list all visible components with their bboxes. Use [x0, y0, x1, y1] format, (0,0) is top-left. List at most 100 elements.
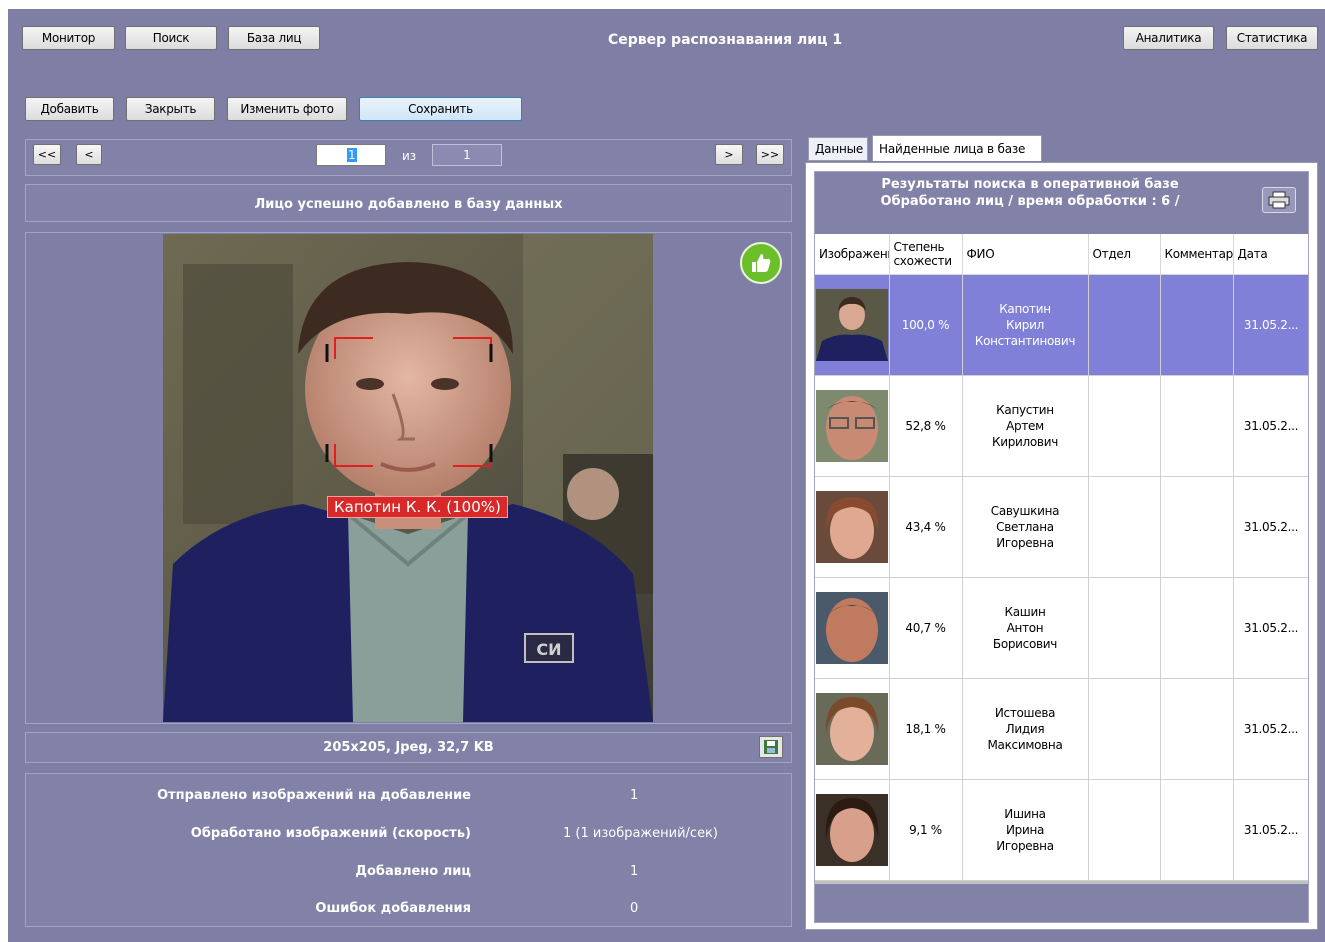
- row-similarity: 40,7 %: [889, 577, 963, 679]
- row-comment: [1160, 375, 1234, 477]
- row-dept: [1088, 779, 1161, 881]
- table-row[interactable]: 100,0 % Капотин Кирил Константинович 31.05…: [815, 274, 1308, 376]
- first-page-button[interactable]: <<: [33, 144, 61, 165]
- results-header-line1: Результаты поиска в оперативной базе: [881, 177, 1179, 192]
- name-line: Светлана: [996, 519, 1054, 534]
- row-similarity: 52,8 %: [889, 375, 963, 477]
- row-similarity: 18,1 %: [889, 678, 963, 780]
- stat-value-sent: 1: [630, 788, 639, 803]
- row-dept: [1088, 678, 1161, 780]
- name-line: Максимовна: [987, 737, 1063, 752]
- name-line: Кирил: [1006, 317, 1044, 332]
- row-name: Ишина Ирина Игоревна: [962, 779, 1089, 881]
- row-name: Савушкина Светлана Игоревна: [962, 476, 1089, 578]
- col-header-image[interactable]: Изображение: [815, 234, 890, 275]
- tab-found-faces[interactable]: Найденные лица в базе: [872, 135, 1042, 161]
- col-header-comment[interactable]: Комментарий: [1160, 234, 1234, 275]
- results-table: Изображение Степень схожести ФИО Отдел К…: [815, 234, 1308, 881]
- row-date: 31.05.2...: [1233, 274, 1308, 376]
- row-similarity: 43,4 %: [889, 476, 963, 578]
- name-line: Антон: [1006, 620, 1044, 635]
- thumbs-up-icon: [740, 242, 782, 284]
- row-thumbnail: [815, 678, 890, 780]
- name-line: Лидия: [1005, 721, 1045, 736]
- col-header-date[interactable]: Дата: [1233, 234, 1308, 275]
- last-page-button[interactable]: >>: [756, 144, 784, 165]
- row-comment: [1160, 476, 1234, 578]
- save-button[interactable]: Сохранить: [359, 97, 522, 121]
- row-date: 31.05.2...: [1233, 375, 1308, 477]
- table-row[interactable]: 40,7 % Кашин Антон Борисович 31.05.2...: [815, 577, 1308, 679]
- stat-value-errors: 0: [630, 901, 639, 916]
- row-thumbnail: [815, 375, 890, 477]
- face-db-button[interactable]: База лиц: [228, 26, 320, 50]
- results-container: Результаты поиска в оперативной базе Обр…: [805, 162, 1318, 930]
- results-header: Результаты поиска в оперативной базе Обр…: [815, 176, 1245, 210]
- name-line: Артем: [1006, 418, 1044, 433]
- name-line: Ишина: [1004, 806, 1046, 821]
- add-button[interactable]: Добавить: [25, 97, 114, 121]
- row-comment: [1160, 274, 1234, 376]
- col-header-similarity[interactable]: Степень схожести: [889, 234, 963, 275]
- results-header-line2: Обработано лиц / время обработки : 6 /: [880, 194, 1180, 209]
- stat-value-processed: 1 (1 изображений/сек): [563, 826, 718, 841]
- row-date: 31.05.2...: [1233, 476, 1308, 578]
- stat-value-added: 1: [630, 864, 639, 879]
- row-dept: [1088, 577, 1161, 679]
- row-similarity: 9,1 %: [889, 779, 963, 881]
- results-table-wrap: Изображение Степень схожести ФИО Отдел К…: [815, 234, 1308, 884]
- save-image-icon[interactable]: [759, 736, 783, 758]
- row-date: 31.05.2...: [1233, 678, 1308, 780]
- name-line: Капустин: [996, 402, 1054, 417]
- row-dept: [1088, 476, 1161, 578]
- row-comment: [1160, 678, 1234, 780]
- table-row[interactable]: 52,8 % Капустин Артем Кирилович 31.05.2...: [815, 375, 1308, 477]
- row-date: 31.05.2...: [1233, 779, 1308, 881]
- analytics-button[interactable]: Аналитика: [1123, 26, 1214, 50]
- row-similarity: 100,0 %: [889, 274, 963, 376]
- name-line: Капотин: [999, 301, 1051, 316]
- name-line: Савушкина: [990, 503, 1060, 518]
- row-thumbnail: [815, 476, 890, 578]
- prev-page-button[interactable]: <: [76, 144, 102, 165]
- name-line: Игоревна: [996, 838, 1054, 853]
- monitor-button[interactable]: Монитор: [22, 26, 115, 50]
- next-page-button[interactable]: >: [715, 144, 743, 165]
- total-pages: 1: [432, 144, 502, 166]
- search-button[interactable]: Поиск: [125, 26, 217, 50]
- row-thumbnail: [815, 779, 890, 881]
- row-name: Истошева Лидия Максимовна: [962, 678, 1089, 780]
- table-row[interactable]: 9,1 % Ишина Ирина Игоревна 31.05.2...: [815, 779, 1308, 881]
- print-icon[interactable]: [1262, 187, 1296, 213]
- row-name: Капустин Артем Кирилович: [962, 375, 1089, 477]
- tab-data[interactable]: Данные: [808, 137, 868, 161]
- image-info: 205x205, Jpeg, 32,7 KB: [323, 740, 494, 755]
- table-row[interactable]: 43,4 % Савушкина Светлана Игоревна 31.05.2…: [815, 476, 1308, 578]
- face-label: Капотин К. К. (100%): [327, 496, 508, 518]
- row-name: Кашин Антон Борисович: [962, 577, 1089, 679]
- row-comment: [1160, 779, 1234, 881]
- stat-label-added: Добавлено лиц: [355, 864, 471, 879]
- close-button[interactable]: Закрыть: [126, 97, 215, 121]
- name-line: Игоревна: [996, 535, 1054, 550]
- stat-label-errors: Ошибок добавления: [315, 901, 471, 916]
- results-inner: Результаты поиска в оперативной базе Обр…: [814, 171, 1309, 923]
- row-dept: [1088, 274, 1161, 376]
- table-row[interactable]: 18,1 % Истошева Лидия Максимовна 31.05.2..…: [815, 678, 1308, 780]
- stats-panel: Отправлено изображений на добавление 1 О…: [25, 773, 792, 927]
- col-header-name[interactable]: ФИО: [962, 234, 1089, 275]
- stat-label-sent: Отправлено изображений на добавление: [157, 788, 471, 803]
- svg-text:СИ: СИ: [536, 640, 561, 659]
- row-date: 31.05.2...: [1233, 577, 1308, 679]
- status-panel: Лицо успешно добавлено в базу данных: [25, 184, 792, 222]
- pager-bar: << < 1 из 1 > >>: [25, 139, 792, 176]
- change-photo-button[interactable]: Изменить фото: [227, 97, 347, 121]
- row-dept: [1088, 375, 1161, 477]
- col-header-dept[interactable]: Отдел: [1088, 234, 1161, 275]
- row-thumbnail: [815, 274, 890, 376]
- page-input[interactable]: 1: [316, 144, 386, 166]
- row-comment: [1160, 577, 1234, 679]
- row-name: Капотин Кирил Константинович: [962, 274, 1089, 376]
- status-message: Лицо успешно добавлено в базу данных: [254, 197, 563, 212]
- statistics-button[interactable]: Статистика: [1226, 26, 1318, 50]
